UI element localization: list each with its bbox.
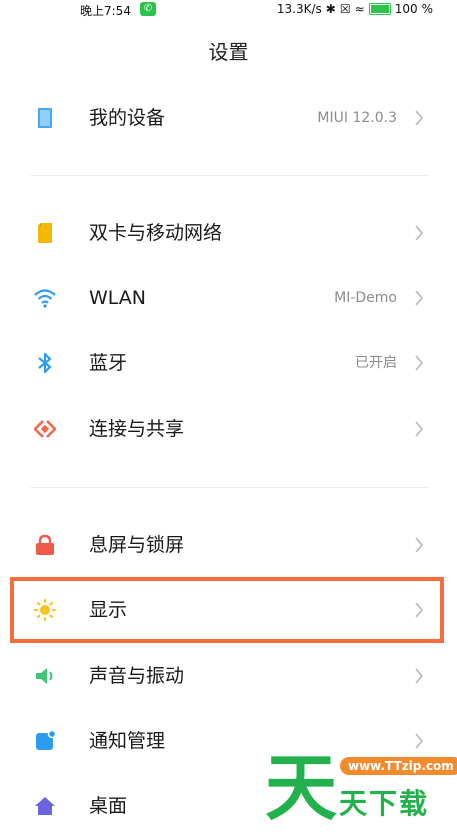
row-label: 蓝牙 <box>89 352 128 374</box>
row-value: MI-Demo <box>334 290 397 306</box>
sim-status-icon: ☒ <box>339 2 351 16</box>
divider <box>30 175 428 176</box>
watermark: 天 www.TTzip.com 天下载 <box>265 746 457 830</box>
share-icon <box>34 420 56 438</box>
chevron-right-icon <box>415 668 424 684</box>
chevron-right-icon <box>415 110 424 126</box>
row-label: 息屏与锁屏 <box>89 534 185 556</box>
speaker-icon <box>36 668 53 684</box>
display-highlight-box <box>10 577 444 643</box>
wifi-status-icon: ≈ <box>354 2 365 16</box>
watermark-url: www.TTzip.com <box>340 757 457 775</box>
settings-row-connection-sharing[interactable]: 连接与共享 <box>0 401 457 457</box>
settings-row-wlan[interactable]: WLAN MI-Demo <box>0 270 457 326</box>
call-icon: ✆ <box>140 2 156 16</box>
settings-row-bluetooth[interactable]: 蓝牙 已开启 <box>0 335 457 391</box>
chevron-right-icon <box>415 290 424 306</box>
battery-level: 100 <box>394 2 418 16</box>
device-icon <box>38 108 52 128</box>
network-speed: 13.3K/s <box>276 2 322 16</box>
chevron-right-icon <box>415 733 424 749</box>
row-label: 桌面 <box>89 795 128 817</box>
row-value: 已开启 <box>355 355 397 371</box>
chevron-right-icon <box>415 225 424 241</box>
watermark-text: 天下载 <box>339 787 430 820</box>
settings-row-lock-screen[interactable]: 息屏与锁屏 <box>0 517 457 573</box>
row-label: 双卡与移动网络 <box>89 222 223 244</box>
notification-icon <box>36 730 56 750</box>
settings-row-sim[interactable]: 双卡与移动网络 <box>0 205 457 261</box>
chevron-right-icon <box>415 355 424 371</box>
watermark-logo-char: 天 <box>265 746 338 830</box>
chevron-right-icon <box>415 421 424 437</box>
home-icon <box>35 797 55 815</box>
status-time: 晚上7:54 <box>80 4 131 18</box>
row-label: WLAN <box>89 287 147 309</box>
sim-card-icon <box>38 223 52 243</box>
row-label: 声音与振动 <box>89 665 185 687</box>
battery-icon <box>368 3 391 15</box>
wifi-icon <box>34 289 56 308</box>
row-label: 连接与共享 <box>89 418 185 440</box>
chevron-right-icon <box>415 537 424 553</box>
lock-icon <box>36 534 54 555</box>
settings-row-sound[interactable]: 声音与振动 <box>0 648 457 704</box>
bluetooth-icon <box>38 352 52 374</box>
divider <box>30 487 428 488</box>
status-right: 13.3K/s ✱ ☒ ≈ 100% <box>276 2 433 16</box>
bluetooth-status-icon: ✱ <box>325 2 336 16</box>
row-label: 我的设备 <box>89 107 166 129</box>
row-value: MIUI 12.0.3 <box>317 110 397 126</box>
row-label: 通知管理 <box>89 730 166 752</box>
page-title: 设置 <box>208 40 249 64</box>
settings-row-my-device[interactable]: 我的设备 MIUI 12.0.3 <box>0 90 457 146</box>
status-bar: 晚上7:54 ✆ 13.3K/s ✱ ☒ ≈ 100% <box>0 0 457 22</box>
